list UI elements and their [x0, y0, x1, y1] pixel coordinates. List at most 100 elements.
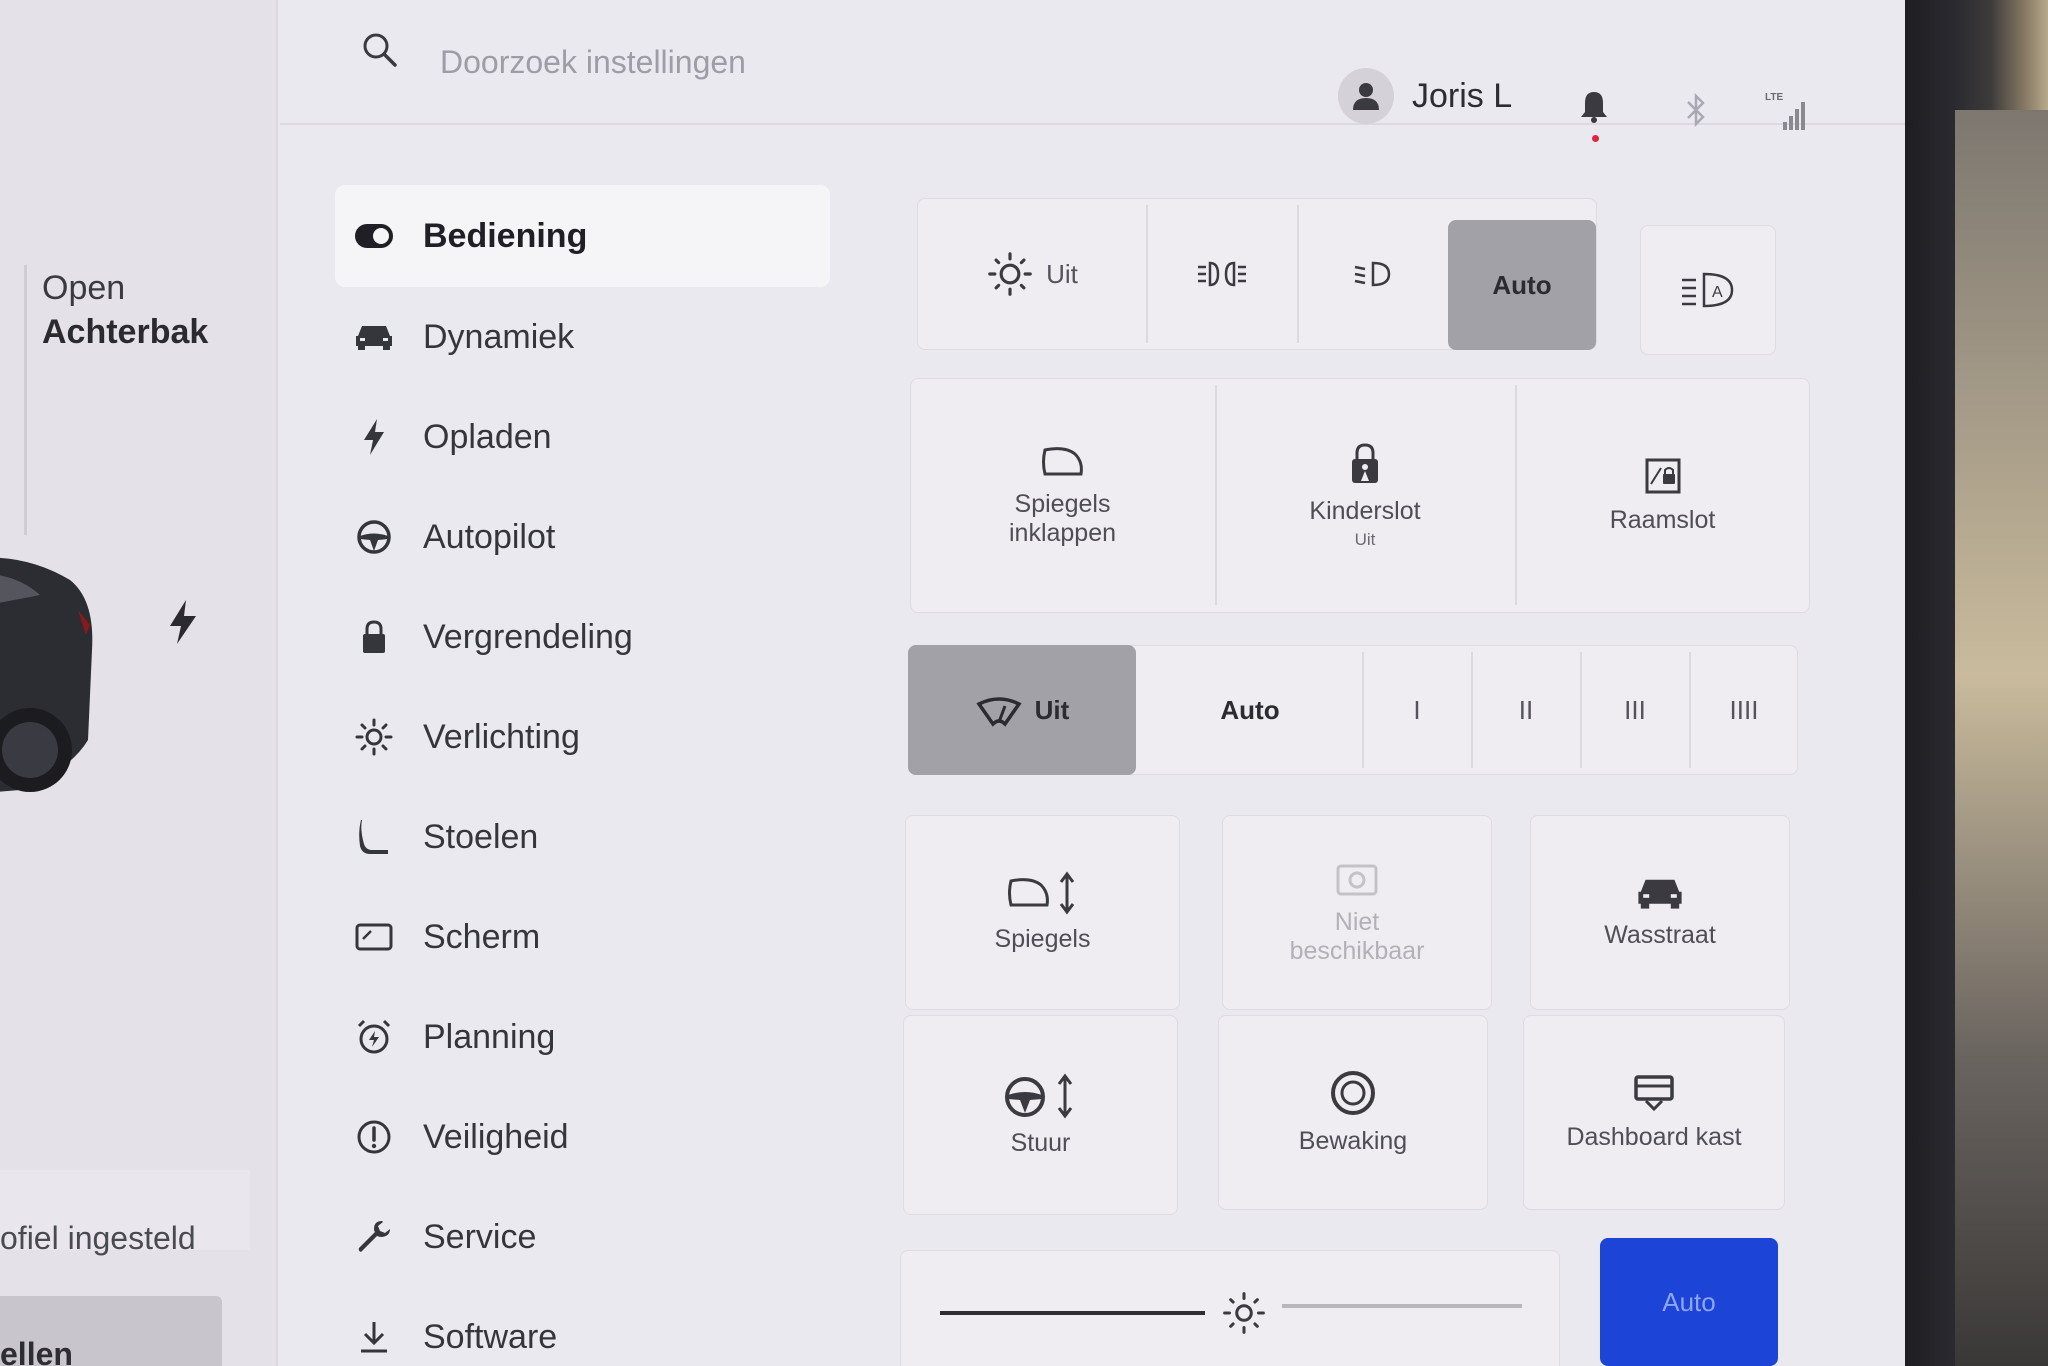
window-lock-button[interactable]: Raamslot	[1515, 378, 1810, 613]
wipers-speed-4-button[interactable]: IIII	[1690, 645, 1798, 775]
glovebox-icon	[1634, 1075, 1674, 1112]
nav-item-service[interactable]: Service	[335, 1187, 830, 1287]
wipers-auto-label: Auto	[1220, 694, 1280, 725]
profile-settings-button[interactable]: ellen	[0, 1296, 222, 1366]
nav-label: Autopilot	[423, 517, 556, 556]
sentry-icon	[1331, 1071, 1375, 1115]
brightness-slider-track[interactable]	[1282, 1304, 1522, 1308]
trunk-label-line1: Open	[42, 269, 126, 307]
nav-item-autopilot[interactable]: Autopilot	[335, 487, 830, 587]
low-beam-icon	[1354, 261, 1391, 287]
speed-label: I	[1413, 694, 1421, 725]
brightness-slider-fill[interactable]	[940, 1311, 1205, 1315]
glovebox-label: Dashboard kast	[1566, 1123, 1742, 1151]
speed-label: IIII	[1729, 694, 1759, 725]
nav-item-opladen[interactable]: Opladen	[335, 387, 830, 487]
nav-item-bediening[interactable]: Bediening	[335, 185, 830, 287]
auto-high-beam-button[interactable]: A	[1640, 225, 1776, 355]
search-input[interactable]	[440, 34, 1040, 90]
nav-label: Service	[423, 1217, 537, 1256]
open-trunk-button[interactable]: Open Achterbak	[42, 266, 208, 354]
bluetooth-icon[interactable]	[1685, 93, 1707, 127]
steering-adjust-content: Stuur	[903, 1015, 1178, 1215]
alarm-clock-icon	[357, 1019, 391, 1054]
headlights-off-label: Uit	[1046, 258, 1078, 289]
toggle-icon	[355, 224, 393, 248]
wipers-auto-button[interactable]: Auto	[1136, 645, 1364, 775]
nav-label: Vergrendeling	[423, 617, 633, 656]
screen-bezel	[1905, 0, 2048, 1366]
wipers-off-button[interactable]: Uit	[908, 645, 1136, 775]
touchscreen: Open Achterbak ofiel ingesteld ellen Doo…	[0, 0, 1905, 1366]
wipers-speed-2-button[interactable]: II	[1472, 645, 1580, 775]
parking-lights-button[interactable]	[1147, 198, 1297, 350]
mirror-adjust-icon	[1007, 871, 1074, 915]
alert-circle-icon	[357, 1120, 391, 1154]
low-beam-button[interactable]	[1298, 198, 1448, 350]
nav-item-verlichting[interactable]: Verlichting	[335, 687, 830, 787]
headlights-auto-button[interactable]: Auto	[1448, 220, 1596, 350]
display-icon	[355, 923, 393, 951]
car-visualization-panel: Open Achterbak ofiel ingesteld ellen	[0, 0, 278, 1366]
unavailable-label-2: beschikbaar	[1289, 936, 1425, 965]
notification-dot	[1592, 135, 1599, 142]
brightness-sun-icon[interactable]	[1221, 1290, 1267, 1336]
headlights-off-button[interactable]: Uit	[917, 198, 1147, 350]
steering-wheel-icon	[357, 520, 391, 554]
wrench-icon	[358, 1221, 390, 1252]
car-image	[0, 557, 93, 792]
seat-icon	[359, 820, 388, 854]
search-icon[interactable]	[362, 32, 398, 68]
signal-bars-icon	[1783, 102, 1805, 130]
unavailable-label-1: Niet	[1334, 907, 1380, 936]
mirror-icon	[1041, 446, 1083, 475]
car-wash-icon	[1638, 879, 1682, 909]
child-lock-label: Kinderslot	[1309, 497, 1421, 525]
user-profile[interactable]: Joris L	[1338, 68, 1512, 124]
nav-label: Bediening	[423, 216, 588, 255]
charging-bolt-icon	[170, 600, 196, 644]
fold-mirrors-label-2: inklappen	[1008, 518, 1117, 547]
profile-status-text: ofiel ingesteld	[0, 1220, 196, 1256]
fold-mirrors-button[interactable]: Spiegels inklappen	[910, 378, 1215, 613]
wipers-speed-1-button[interactable]: I	[1363, 645, 1471, 775]
dashcam-icon	[1336, 864, 1378, 895]
nav-label: Opladen	[423, 417, 552, 456]
nav-item-vergrendeling[interactable]: Vergrendeling	[335, 587, 830, 687]
nav-label: Software	[423, 1317, 558, 1356]
driver-profile-status: ofiel ingesteld	[0, 1170, 250, 1256]
sun-icon	[988, 252, 1032, 296]
nav-item-stoelen[interactable]: Stoelen	[335, 787, 830, 887]
avatar	[1338, 68, 1394, 124]
notification-bell-icon[interactable]	[1580, 90, 1608, 124]
wiper-icon	[976, 697, 1022, 727]
top-bar: Joris L LTE	[280, 0, 1905, 142]
auto-high-beam-icon: A	[1682, 272, 1734, 308]
car-wash-content: Wasstraat	[1530, 815, 1790, 1010]
nav-item-veiligheid[interactable]: Veiligheid	[335, 1087, 830, 1187]
wipers-speed-3-button[interactable]: III	[1581, 645, 1689, 775]
sun-icon	[355, 718, 393, 756]
nav-label: Veiligheid	[423, 1117, 569, 1156]
sentry-content: Bewaking	[1218, 1015, 1488, 1210]
settings-nav: Bediening Dynamiek Opladen Autopilot Ver…	[335, 185, 830, 1366]
glovebox-content: Dashboard kast	[1523, 1015, 1785, 1210]
nav-item-planning[interactable]: Planning	[335, 987, 830, 1087]
nav-item-software[interactable]: Software	[335, 1287, 830, 1366]
trunk-divider	[24, 265, 27, 535]
download-icon	[361, 1322, 387, 1353]
nav-label: Planning	[423, 1017, 556, 1056]
bolt-icon	[364, 419, 384, 455]
unavailable-content: Niet beschikbaar	[1222, 815, 1492, 1010]
nav-label: Dynamiek	[423, 317, 575, 356]
nav-item-dynamiek[interactable]: Dynamiek	[335, 287, 830, 387]
trunk-label-line2: Achterbak	[42, 313, 209, 351]
steering-label: Stuur	[1010, 1128, 1071, 1157]
lock-icon	[363, 620, 385, 653]
parking-lights-icon	[1198, 261, 1246, 287]
speed-label: III	[1624, 694, 1646, 725]
child-lock-button[interactable]: Kinderslot Uit	[1215, 378, 1515, 613]
nav-item-scherm[interactable]: Scherm	[335, 887, 830, 987]
child-lock-icon	[1352, 443, 1378, 483]
brightness-auto-button[interactable]: Auto	[1600, 1238, 1778, 1366]
